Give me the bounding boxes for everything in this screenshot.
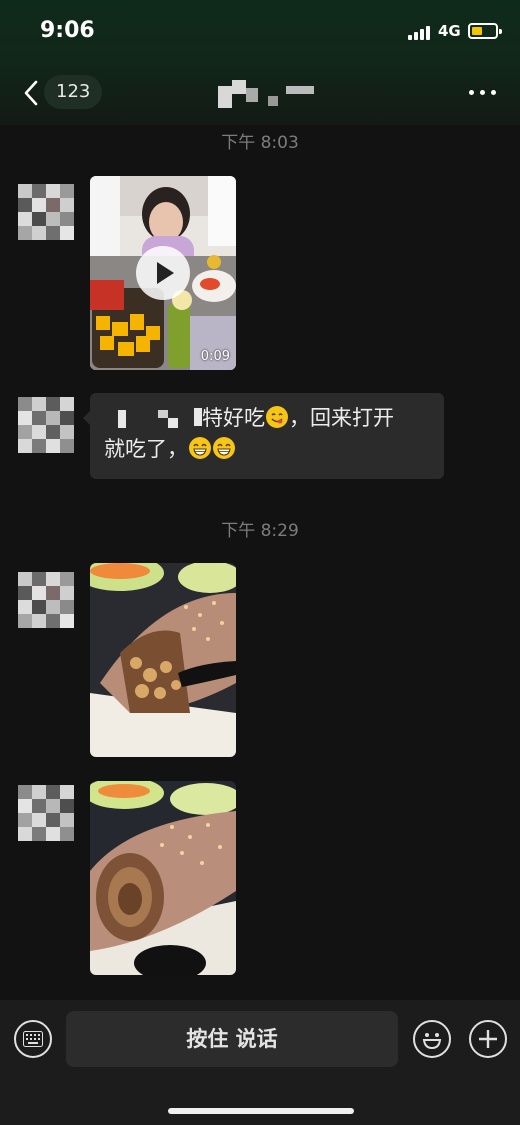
- status-bar: 9:06 4G: [0, 18, 520, 48]
- video-duration: 0:09: [200, 349, 230, 364]
- chat-header: 9:06 4G 123: [0, 0, 520, 125]
- contact-avatar[interactable]: [18, 184, 74, 240]
- more-options-button[interactable]: [466, 80, 500, 104]
- grin-emoji-icon: [189, 437, 211, 459]
- contact-avatar[interactable]: [18, 397, 74, 453]
- signal-icon: [408, 26, 432, 40]
- nav-bar: 123: [0, 72, 520, 112]
- emoji-button[interactable]: [413, 1020, 451, 1058]
- text-message-bubble[interactable]: 特好吃 ，回来打开 就吃了，: [83, 393, 444, 479]
- plus-icon: [479, 1030, 497, 1048]
- contact-avatar[interactable]: [18, 572, 74, 628]
- battery-icon: [468, 23, 502, 39]
- contact-name-pixelated: [218, 78, 318, 108]
- input-bar: 按住 说话: [0, 1000, 520, 1125]
- image-message[interactable]: [90, 563, 236, 757]
- hold-to-talk-button[interactable]: 按住 说话: [66, 1011, 398, 1067]
- keyboard-toggle-button[interactable]: [14, 1020, 52, 1058]
- message-line-1: 特好吃 ，回来打开: [104, 403, 430, 434]
- cake-photo: [90, 781, 236, 975]
- timestamp: 下午 8:03: [221, 133, 299, 153]
- network-type: 4G: [438, 22, 461, 40]
- cake-photo: [90, 563, 236, 757]
- pixelated-text: [104, 406, 202, 428]
- play-icon[interactable]: [136, 246, 190, 300]
- yum-emoji-icon: [266, 406, 288, 428]
- status-time: 9:06: [40, 18, 95, 43]
- grin-emoji-icon: [213, 437, 235, 459]
- timestamp: 下午 8:29: [221, 521, 299, 541]
- more-functions-button[interactable]: [469, 1020, 507, 1058]
- contact-avatar[interactable]: [18, 785, 74, 841]
- home-indicator[interactable]: [168, 1108, 354, 1114]
- unread-count-badge[interactable]: 123: [44, 75, 103, 109]
- image-message[interactable]: [90, 781, 236, 975]
- video-message[interactable]: 0:09: [90, 176, 236, 370]
- emoji-icon: [422, 1033, 442, 1050]
- keyboard-icon: [23, 1031, 43, 1047]
- message-line-2: 就吃了，: [104, 434, 430, 465]
